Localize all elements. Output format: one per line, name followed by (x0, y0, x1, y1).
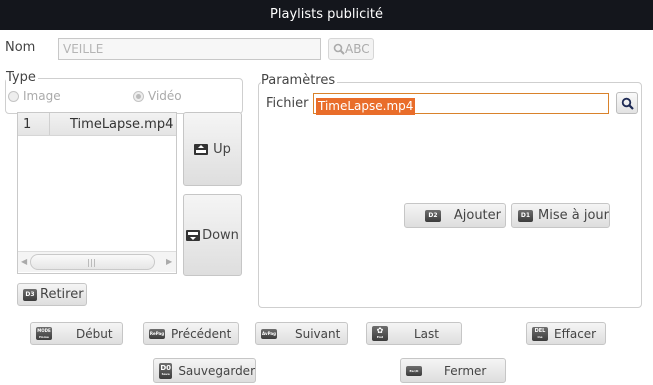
type-group-label: Type (6, 70, 38, 85)
effacer-button-label: Effacer (554, 326, 597, 341)
last-button[interactable]: ✿ End Last (366, 322, 462, 345)
fichier-search-button[interactable] (616, 92, 638, 114)
ins-key-text: Ins (537, 334, 543, 339)
fichier-input[interactable]: TimeLapse.mp4 (313, 93, 609, 115)
sauvegarder-button[interactable]: D0 Save Sauvegarder (153, 358, 256, 383)
page-up-icon (194, 143, 209, 155)
parametres-group (258, 82, 642, 308)
del-ins-key-icon: DEL Ins (532, 326, 548, 341)
d0-save-key-icon: D0 Save (159, 362, 173, 379)
d2-key-icon: D2 (425, 210, 441, 222)
radio-image-indicator (8, 90, 19, 102)
repag-key-icon: RePag (149, 328, 165, 339)
search-icon (333, 43, 345, 55)
scroll-right-icon[interactable]: ▶ (166, 257, 172, 266)
window-title: Playlists publicité (0, 0, 653, 30)
last-button-label: Last (414, 326, 439, 341)
list-item-file: TimeLapse.mp4 (70, 116, 174, 132)
fichier-label: Fichier (266, 96, 309, 111)
ajouter-button[interactable]: D2 Ajouter (404, 203, 506, 228)
ajouter-button-label: Ajouter (453, 208, 501, 223)
radio-image-label: Image (23, 89, 61, 103)
effacer-button[interactable]: DEL Ins Effacer (526, 322, 606, 345)
precedent-button-label: Précédent (171, 326, 232, 341)
radio-video-label: Vidéo (148, 89, 182, 103)
down-button[interactable]: Down (183, 194, 242, 276)
retirer-button[interactable]: D3 Retirer (17, 283, 87, 306)
abc-button[interactable]: ABC (328, 38, 374, 60)
fermer-button-label: Fermer (444, 363, 487, 378)
end-key-icon: ✿ End (372, 326, 388, 341)
list-item-index: 1 (18, 113, 50, 135)
nom-label: Nom (5, 40, 36, 55)
scrollbar-thumb[interactable] (30, 254, 155, 270)
suivant-button[interactable]: AvPag Suivant (255, 322, 348, 345)
precedent-button[interactable]: RePag Précédent (143, 322, 239, 345)
list-item[interactable]: 1 TimeLapse.mp4 (18, 113, 176, 136)
save-key-text: Save (161, 371, 170, 376)
up-button-label: Up (213, 141, 231, 157)
mode-home-key-icon: MODE Home (36, 327, 52, 340)
up-button[interactable]: Up (183, 112, 242, 186)
radio-image[interactable]: Image (8, 89, 61, 103)
avpag-key-icon: AvPag (261, 328, 277, 339)
scroll-left-icon[interactable]: ◀ (21, 257, 27, 266)
parametres-group-label: Paramètres (261, 73, 338, 88)
esc-key-icon: Esc/K (406, 365, 422, 376)
end-key-text: End (376, 334, 384, 339)
playlist-list[interactable]: 1 TimeLapse.mp4 (17, 112, 177, 274)
page-down-icon (186, 229, 201, 241)
d3-key-icon: D3 (23, 288, 37, 301)
down-button-label: Down (202, 227, 239, 243)
radio-video[interactable]: Vidéo (133, 89, 182, 103)
sauvegarder-button-label: Sauvegarder (178, 363, 255, 378)
suivant-button-label: Suivant (295, 326, 341, 341)
retirer-button-label: Retirer (40, 287, 84, 302)
fichier-value: TimeLapse.mp4 (316, 98, 416, 115)
home-key-text: Home (39, 334, 49, 339)
mise-a-jour-button-label: Mise à jour (538, 208, 609, 223)
mise-a-jour-button[interactable]: D1 Mise à jour (511, 203, 610, 228)
horizontal-scrollbar[interactable]: ◀ ▶ (18, 251, 176, 272)
debut-button-label: Début (76, 326, 113, 341)
d1-key-icon: D1 (518, 209, 533, 222)
radio-video-indicator (133, 90, 144, 102)
search-icon (621, 97, 634, 110)
abc-button-label: ABC (345, 42, 370, 56)
debut-button[interactable]: MODE Home Début (30, 322, 123, 345)
nom-input[interactable]: VEILLE (58, 38, 321, 60)
fermer-button[interactable]: Esc/K Fermer (400, 358, 506, 383)
